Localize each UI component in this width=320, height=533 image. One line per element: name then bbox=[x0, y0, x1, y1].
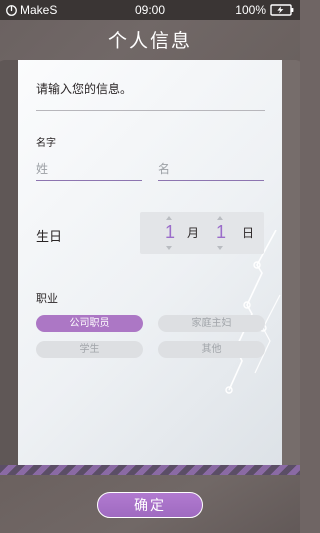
month-up-arrow-icon[interactable] bbox=[166, 216, 172, 220]
month-stepper[interactable]: 1 bbox=[161, 212, 179, 254]
decorative-divider-strip bbox=[0, 465, 300, 475]
info-prompt: 请输入您的信息。 bbox=[36, 82, 133, 96]
birthday-picker: 1 月 1 日 bbox=[140, 212, 264, 254]
birthday-label: 生日 bbox=[36, 230, 63, 245]
confirm-button[interactable]: 确定 bbox=[97, 492, 203, 518]
occupation-label: 职业 bbox=[36, 292, 58, 305]
month-down-arrow-icon[interactable] bbox=[166, 246, 172, 250]
personal-info-form: 请输入您的信息。 名字 姓 名 生日 1 月 1 日 职业 公司职员 家庭主妇 … bbox=[18, 60, 282, 465]
day-up-arrow-icon[interactable] bbox=[217, 216, 223, 220]
day-down-arrow-icon[interactable] bbox=[217, 246, 223, 250]
day-stepper[interactable]: 1 bbox=[212, 212, 230, 254]
page-title: 个人信息 bbox=[107, 30, 192, 52]
surname-input[interactable]: 姓 bbox=[36, 161, 142, 181]
battery-percentage: 100% bbox=[235, 3, 266, 17]
month-unit-label: 月 bbox=[187, 226, 200, 240]
footer: 确定 bbox=[0, 475, 300, 533]
battery-charging-icon bbox=[270, 4, 294, 16]
app-header: 个人信息 bbox=[0, 20, 300, 60]
day-unit-label: 日 bbox=[242, 226, 255, 240]
occupation-option-company-employee[interactable]: 公司职员 bbox=[36, 315, 143, 332]
occupation-option-homemaker[interactable]: 家庭主妇 bbox=[158, 315, 265, 332]
day-value: 1 bbox=[215, 222, 226, 242]
personal-info-screen: MakeS 09:00 100% 个人信息 请输入您的信息。 名字 姓 名 生日… bbox=[0, 0, 300, 533]
given-name-input[interactable]: 名 bbox=[158, 161, 264, 181]
status-bar: MakeS 09:00 100% bbox=[0, 0, 300, 20]
prompt-divider bbox=[36, 110, 265, 111]
name-label: 名字 bbox=[36, 138, 56, 149]
occupation-option-student[interactable]: 学生 bbox=[36, 341, 143, 358]
month-value: 1 bbox=[164, 222, 175, 242]
battery-status: 100% bbox=[235, 0, 294, 20]
occupation-option-other[interactable]: 其他 bbox=[158, 341, 265, 358]
